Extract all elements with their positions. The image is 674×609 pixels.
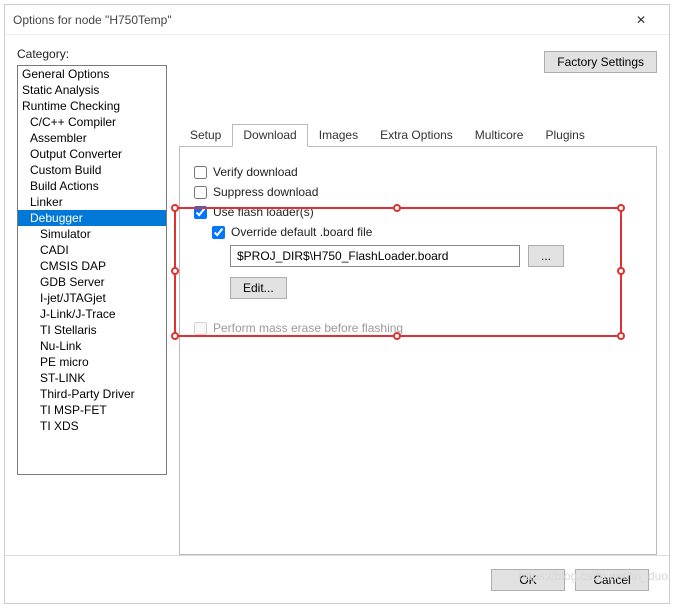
browse-button[interactable]: ... [528,245,564,267]
tab-multicore[interactable]: Multicore [464,124,535,146]
category-item-cadi[interactable]: CADI [18,242,166,258]
use-flash-loader-label: Use flash loader(s) [213,205,314,219]
dialog-body: Category: General OptionsStatic Analysis… [5,35,669,555]
tab-extra-options[interactable]: Extra Options [369,124,464,146]
verify-download-row[interactable]: Verify download [194,165,642,179]
category-item-st-link[interactable]: ST-LINK [18,370,166,386]
category-list[interactable]: General OptionsStatic AnalysisRuntime Ch… [17,65,167,475]
category-item-linker[interactable]: Linker [18,194,166,210]
edit-button[interactable]: Edit... [230,277,287,299]
category-item-custom-build[interactable]: Custom Build [18,162,166,178]
category-item-third-party-driver[interactable]: Third-Party Driver [18,386,166,402]
category-column: Category: General OptionsStatic Analysis… [17,47,167,555]
suppress-download-row[interactable]: Suppress download [194,185,642,199]
factory-row: Factory Settings [179,51,657,73]
download-panel: Verify download Suppress download Use fl… [179,146,657,555]
flash-loader-group: Override default .board file ... Edit... [212,225,642,299]
close-icon: ✕ [636,13,646,27]
tab-download[interactable]: Download [232,124,307,147]
use-flash-loader-checkbox[interactable] [194,206,207,219]
verify-download-label: Verify download [213,165,298,179]
board-path-row: ... [230,245,642,267]
category-item-simulator[interactable]: Simulator [18,226,166,242]
category-item-runtime-checking[interactable]: Runtime Checking [18,98,166,114]
category-item-assembler[interactable]: Assembler [18,130,166,146]
category-item-general-options[interactable]: General Options [18,66,166,82]
close-button[interactable]: ✕ [621,6,661,34]
edit-row: Edit... [230,277,642,299]
tab-images[interactable]: Images [308,124,369,146]
tab-setup[interactable]: Setup [179,124,232,146]
options-dialog: Options for node "H750Temp" ✕ Category: … [4,4,670,604]
tab-plugins[interactable]: Plugins [534,124,595,146]
override-board-checkbox[interactable] [212,226,225,239]
category-item-cmsis-dap[interactable]: CMSIS DAP [18,258,166,274]
settings-column: Factory Settings SetupDownloadImagesExtr… [179,47,657,555]
mass-erase-checkbox [194,322,207,335]
category-item-static-analysis[interactable]: Static Analysis [18,82,166,98]
category-item-c-c-compiler[interactable]: C/C++ Compiler [18,114,166,130]
suppress-download-checkbox[interactable] [194,186,207,199]
suppress-download-label: Suppress download [213,185,318,199]
titlebar: Options for node "H750Temp" ✕ [5,5,669,35]
board-path-input[interactable] [230,245,520,267]
category-item-j-link-j-trace[interactable]: J-Link/J-Trace [18,306,166,322]
category-item-ti-xds[interactable]: TI XDS [18,418,166,434]
factory-settings-button[interactable]: Factory Settings [544,51,657,73]
category-label: Category: [17,47,167,61]
category-item-output-converter[interactable]: Output Converter [18,146,166,162]
use-flash-loader-row[interactable]: Use flash loader(s) [194,205,642,219]
category-item-nu-link[interactable]: Nu-Link [18,338,166,354]
dialog-footer: OK Cancel [5,555,669,603]
category-item-pe-micro[interactable]: PE micro [18,354,166,370]
override-board-label: Override default .board file [231,225,372,239]
cancel-button[interactable]: Cancel [575,569,649,591]
category-item-ti-msp-fet[interactable]: TI MSP-FET [18,402,166,418]
category-item-build-actions[interactable]: Build Actions [18,178,166,194]
window-title: Options for node "H750Temp" [13,13,621,27]
mass-erase-label: Perform mass erase before flashing [213,321,403,335]
category-item-gdb-server[interactable]: GDB Server [18,274,166,290]
category-item-i-jet-jtagjet[interactable]: I-jet/JTAGjet [18,290,166,306]
ok-button[interactable]: OK [491,569,565,591]
tab-strip: SetupDownloadImagesExtra OptionsMulticor… [179,123,657,146]
category-item-ti-stellaris[interactable]: TI Stellaris [18,322,166,338]
override-board-row[interactable]: Override default .board file [212,225,642,239]
mass-erase-row: Perform mass erase before flashing [194,321,642,335]
verify-download-checkbox[interactable] [194,166,207,179]
category-item-debugger[interactable]: Debugger [18,210,166,226]
